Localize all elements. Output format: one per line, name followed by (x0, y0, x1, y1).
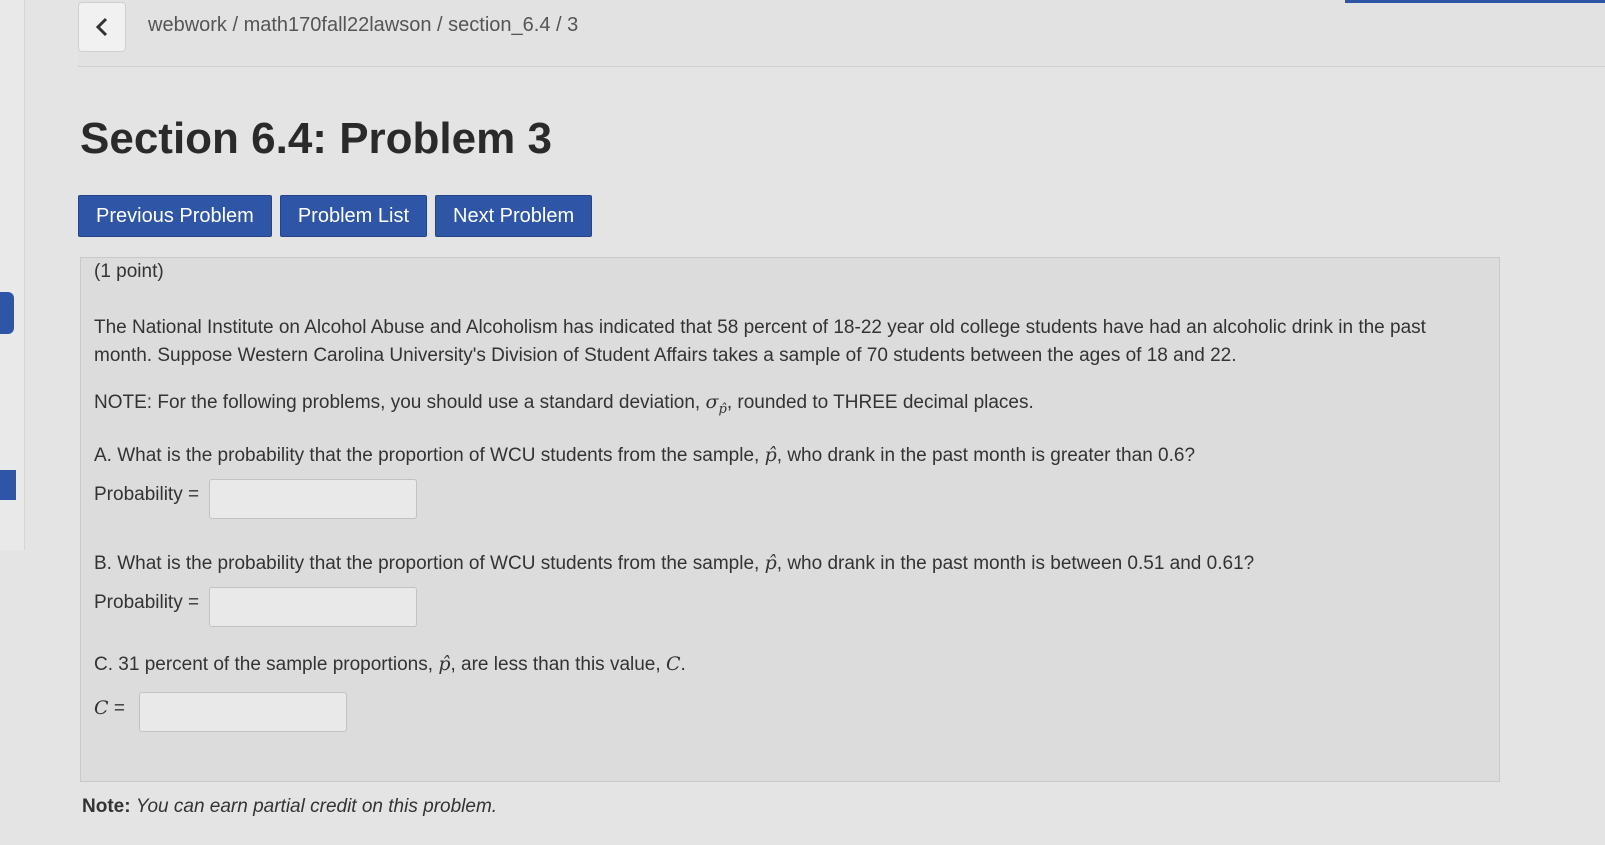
note-suffix: , rounded to THREE decimal places. (726, 392, 1034, 413)
left-rail (0, 0, 25, 550)
c-variable: C (665, 653, 681, 675)
next-problem-button[interactable]: Next Problem (435, 195, 593, 237)
answer-a-label: Probability = (94, 484, 200, 505)
question-a: A. What is the probability that the prop… (94, 441, 1195, 470)
phat-symbol: p̂ (764, 444, 777, 466)
question-c-prefix: C. 31 percent of the sample proportions, (94, 654, 439, 675)
problem-note: NOTE: For the following problems, you sh… (94, 388, 1034, 424)
previous-problem-button[interactable]: Previous Problem (78, 195, 272, 237)
top-accent-bar (1345, 0, 1605, 3)
question-a-prefix: A. What is the probability that the prop… (94, 445, 765, 466)
side-tab[interactable] (0, 470, 16, 500)
problem-intro-line2: month. Suppose Western Carolina Universi… (94, 345, 1237, 366)
points-label: (1 point) (94, 261, 164, 282)
phat-symbol: p̂ (764, 552, 777, 574)
page-title: Section 6.4: Problem 3 (80, 114, 552, 163)
back-button[interactable] (78, 2, 126, 52)
note-text: You can earn partial credit on this prob… (135, 796, 498, 817)
answer-a-input[interactable] (209, 479, 417, 519)
answer-c-label: C = (94, 694, 125, 723)
side-tab[interactable] (0, 292, 14, 334)
sigma-subscript: p̂ (718, 401, 727, 417)
c-label-equals: = (108, 698, 125, 719)
question-c-end: . (680, 654, 686, 675)
chevron-left-icon (95, 17, 108, 37)
question-a-suffix: , who drank in the past month is greater… (776, 445, 1196, 466)
top-bar: webwork / math170fall22lawson / section_… (78, 0, 1605, 67)
phat-symbol: p̂ (438, 653, 451, 675)
partial-credit-note: Note: You can earn partial credit on thi… (82, 796, 497, 818)
question-c: C. 31 percent of the sample proportions,… (94, 650, 686, 679)
question-b: B. What is the probability that the prop… (94, 549, 1254, 578)
sigma-symbol: σ (705, 391, 719, 413)
answer-b-label: Probability = (94, 592, 200, 613)
c-label-variable: C (94, 697, 109, 719)
problem-intro-line1: The National Institute on Alcohol Abuse … (94, 317, 1426, 338)
answer-b-input[interactable] (209, 587, 417, 627)
question-b-suffix: , who drank in the past month is between… (776, 553, 1255, 574)
problem-body: (1 point) The National Institute on Alco… (80, 257, 1500, 782)
note-prefix: NOTE: For the following problems, you sh… (94, 392, 706, 413)
answer-c-input[interactable] (139, 692, 347, 732)
problem-list-button[interactable]: Problem List (279, 195, 427, 237)
note-label: Note: (82, 796, 131, 817)
question-b-prefix: B. What is the probability that the prop… (94, 553, 765, 574)
question-c-mid: , are less than this value, (450, 654, 666, 675)
problem-nav: Previous Problem Problem List Next Probl… (78, 195, 593, 237)
breadcrumb[interactable]: webwork / math170fall22lawson / section_… (148, 14, 578, 37)
